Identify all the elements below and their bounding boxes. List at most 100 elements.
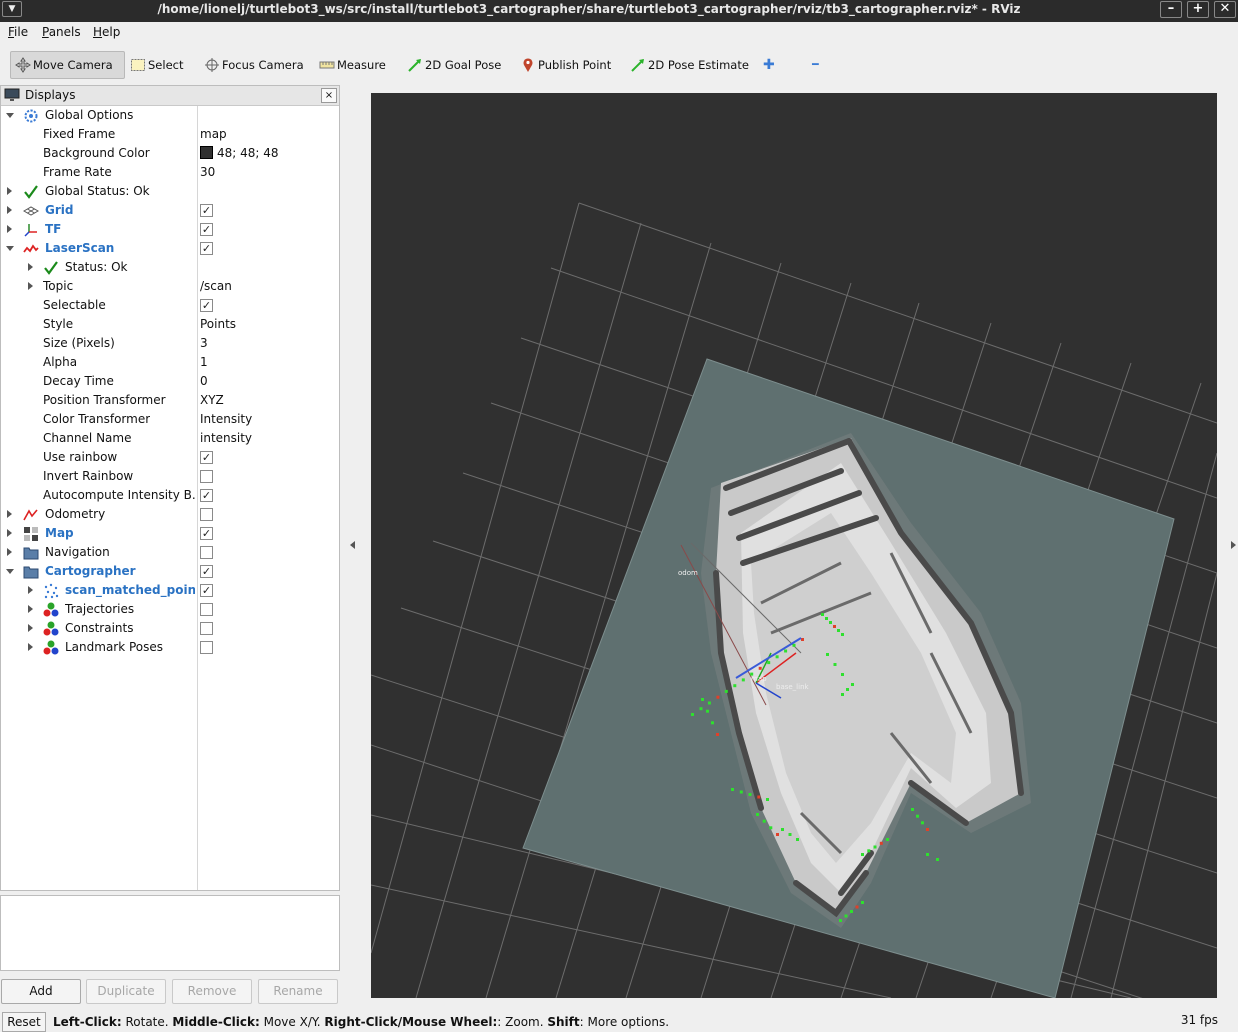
tree-row-map[interactable]: Map ✓ xyxy=(1,524,339,543)
pose-estimate-tool[interactable]: 2D Pose Estimate xyxy=(626,51,749,79)
navigation-checkbox[interactable] xyxy=(200,546,213,559)
close-panel-button[interactable]: × xyxy=(321,88,337,103)
invert-rainbow-checkbox[interactable] xyxy=(200,470,213,483)
use-rainbow-checkbox[interactable]: ✓ xyxy=(200,451,213,464)
expand-arrow-icon[interactable] xyxy=(7,206,12,214)
tree-row-alpha[interactable]: Alpha 1 xyxy=(1,353,339,372)
scan-matched-checkbox[interactable]: ✓ xyxy=(200,584,213,597)
expand-arrow-icon[interactable] xyxy=(7,548,12,556)
menu-help[interactable]: Help xyxy=(93,25,120,39)
expand-arrow-icon[interactable] xyxy=(7,529,12,537)
landmark-poses-checkbox[interactable] xyxy=(200,641,213,654)
render-viewport[interactable]: odom map base_link xyxy=(371,93,1217,998)
cartographer-checkbox[interactable]: ✓ xyxy=(200,565,213,578)
expand-arrow-icon[interactable] xyxy=(28,624,33,632)
tree-row-decay-time[interactable]: Decay Time 0 xyxy=(1,372,339,391)
color-swatch[interactable] xyxy=(200,146,213,159)
tree-row-navigation[interactable]: Navigation xyxy=(1,543,339,562)
map-checkbox[interactable]: ✓ xyxy=(200,527,213,540)
tree-row-laserscan[interactable]: LaserScan ✓ xyxy=(1,239,339,258)
scan-point xyxy=(841,673,844,676)
selectable-checkbox[interactable]: ✓ xyxy=(200,299,213,312)
collapse-arrow-icon[interactable] xyxy=(6,113,14,118)
move-camera-tool[interactable]: Move Camera xyxy=(10,51,125,79)
alpha-value[interactable]: 1 xyxy=(200,355,208,369)
tree-row-trajectories[interactable]: Trajectories xyxy=(1,600,339,619)
expand-arrow-icon[interactable] xyxy=(28,586,33,594)
background-color-value[interactable]: 48; 48; 48 xyxy=(200,146,279,160)
autocompute-checkbox[interactable]: ✓ xyxy=(200,489,213,502)
expand-arrow-icon[interactable] xyxy=(28,263,33,271)
tree-row-position-transformer[interactable]: Position Transformer XYZ xyxy=(1,391,339,410)
style-value[interactable]: Points xyxy=(200,317,236,331)
goal-pose-tool[interactable]: 2D Goal Pose xyxy=(403,51,503,79)
tf-checkbox[interactable]: ✓ xyxy=(200,223,213,236)
menu-panels[interactable]: Panels xyxy=(42,25,81,39)
expand-arrow-icon[interactable] xyxy=(7,187,12,195)
grid-checkbox[interactable]: ✓ xyxy=(200,204,213,217)
minimize-button[interactable]: – xyxy=(1160,1,1182,18)
tree-row-selectable[interactable]: Selectable ✓ xyxy=(1,296,339,315)
duplicate-button[interactable]: Duplicate xyxy=(86,979,166,1004)
add-button[interactable]: Add xyxy=(1,979,81,1004)
laserscan-checkbox[interactable]: ✓ xyxy=(200,242,213,255)
size-pixels-value[interactable]: 3 xyxy=(200,336,208,350)
position-transformer-value[interactable]: XYZ xyxy=(200,393,224,407)
tree-row-frame-rate[interactable]: Frame Rate 30 xyxy=(1,163,339,182)
status-bar: Reset Left-Click: Rotate. Middle-Click: … xyxy=(0,1008,1238,1032)
collapse-arrow-icon[interactable] xyxy=(6,569,14,574)
tree-row-global-status[interactable]: Global Status: Ok xyxy=(1,182,339,201)
frame-rate-value[interactable]: 30 xyxy=(200,165,215,179)
scan-point xyxy=(758,666,762,670)
tree-row-color-transformer[interactable]: Color Transformer Intensity xyxy=(1,410,339,429)
tree-row-global-options[interactable]: Global Options xyxy=(1,106,339,125)
reset-button[interactable]: Reset xyxy=(2,1012,46,1032)
remove-button[interactable]: Remove xyxy=(172,979,252,1004)
tree-row-background-color[interactable]: Background Color 48; 48; 48 xyxy=(1,144,339,163)
tree-row-autocompute[interactable]: Autocompute Intensity B... ✓ xyxy=(1,486,339,505)
collapse-arrow-icon[interactable] xyxy=(6,246,14,251)
tree-row-fixed-frame[interactable]: Fixed Frame map xyxy=(1,125,339,144)
focus-camera-tool[interactable]: Focus Camera xyxy=(200,51,305,79)
color-transformer-value[interactable]: Intensity xyxy=(200,412,252,426)
tree-row-size-pixels[interactable]: Size (Pixels) 3 xyxy=(1,334,339,353)
odometry-checkbox[interactable] xyxy=(200,508,213,521)
trajectories-checkbox[interactable] xyxy=(200,603,213,616)
tree-row-constraints[interactable]: Constraints xyxy=(1,619,339,638)
remove-tool-button[interactable]: ━ xyxy=(808,51,836,79)
tree-row-channel-name[interactable]: Channel Name intensity xyxy=(1,429,339,448)
topic-value[interactable]: /scan xyxy=(200,279,232,293)
fixed-frame-value[interactable]: map xyxy=(200,127,227,141)
tree-row-cartographer[interactable]: Cartographer ✓ xyxy=(1,562,339,581)
tree-row-style[interactable]: Style Points xyxy=(1,315,339,334)
collapse-right-panel-arrow-icon[interactable] xyxy=(1231,541,1236,549)
tree-row-scan-matched[interactable]: scan_matched_poin... ✓ xyxy=(1,581,339,600)
publish-point-tool[interactable]: Publish Point xyxy=(516,51,616,79)
expand-arrow-icon[interactable] xyxy=(28,282,33,290)
close-button[interactable]: ✕ xyxy=(1214,1,1236,18)
decay-time-value[interactable]: 0 xyxy=(200,374,208,388)
tree-row-grid[interactable]: Grid ✓ xyxy=(1,201,339,220)
tree-row-invert-rainbow[interactable]: Invert Rainbow xyxy=(1,467,339,486)
rename-button[interactable]: Rename xyxy=(258,979,338,1004)
menu-file[interactable]: File xyxy=(8,25,28,39)
tree-row-use-rainbow[interactable]: Use rainbow ✓ xyxy=(1,448,339,467)
window-menu-button[interactable]: ▼ xyxy=(2,1,22,17)
constraints-checkbox[interactable] xyxy=(200,622,213,635)
tree-row-topic[interactable]: Topic /scan xyxy=(1,277,339,296)
expand-arrow-icon[interactable] xyxy=(7,225,12,233)
measure-tool[interactable]: Measure xyxy=(315,51,395,79)
maximize-button[interactable]: + xyxy=(1187,1,1209,18)
select-tool[interactable]: Select xyxy=(126,51,196,79)
channel-name-value[interactable]: intensity xyxy=(200,431,252,445)
add-tool-button[interactable]: ✚ xyxy=(759,51,785,79)
tree-row-odometry[interactable]: Odometry xyxy=(1,505,339,524)
collapse-left-panel-arrow-icon[interactable] xyxy=(350,541,355,549)
tree-row-tf[interactable]: TF ✓ xyxy=(1,220,339,239)
scan-point xyxy=(739,790,743,794)
expand-arrow-icon[interactable] xyxy=(7,510,12,518)
tree-row-landmark-poses[interactable]: Landmark Poses xyxy=(1,638,339,657)
expand-arrow-icon[interactable] xyxy=(28,605,33,613)
expand-arrow-icon[interactable] xyxy=(28,643,33,651)
tree-row-laserscan-status[interactable]: Status: Ok xyxy=(1,258,339,277)
